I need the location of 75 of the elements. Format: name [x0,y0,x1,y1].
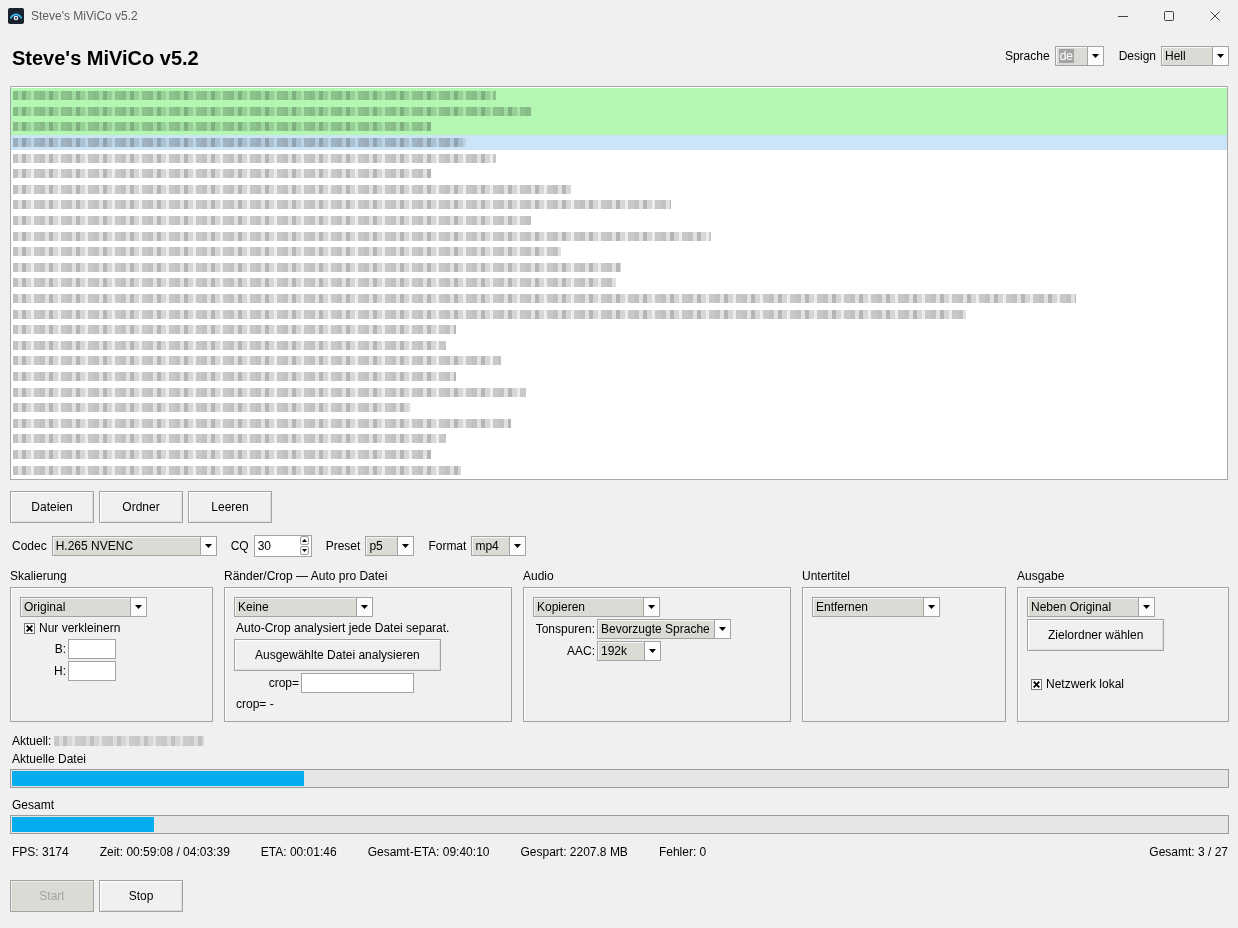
dropdown[interactable]: Bevorzugte Sprache [597,619,731,639]
caret-down-icon[interactable] [923,598,939,616]
add-files-button[interactable]: Dateien [10,491,94,523]
status-text: Zeit: 00:59:08 / 04:03:39 [99,845,230,859]
progress-label: Aktuelle Datei [12,752,88,766]
caret-down-icon[interactable] [509,536,526,555]
text-field[interactable] [301,673,414,693]
panel-title: Skalierung [10,569,68,583]
codec-dropdown[interactable]: H.265 NVENC [51,535,217,556]
control-label: H: [53,664,66,678]
text-field[interactable] [68,661,116,681]
quality-spinbox[interactable]: 30 [253,534,312,557]
setting-label: CQ [230,538,249,553]
caret-down-icon[interactable] [1212,46,1228,65]
file-row[interactable] [11,119,1227,135]
stop-button[interactable]: Stop [99,880,183,912]
theme-dropdown[interactable]: Hell [1161,45,1229,66]
dropdown[interactable]: Entfernen [812,597,940,617]
preset-dropdown[interactable]: p5 [365,535,415,556]
panel-title: Ausgabe [1017,569,1066,583]
text-field[interactable] [68,639,116,659]
status-text: FPS: 3174 [12,845,69,859]
setting-label: Preset [325,538,361,553]
dropdown[interactable]: Kopieren [533,597,660,617]
checkbox-label[interactable]: Nur verkleinern [39,621,121,635]
status-text: Fehler: 0 [658,845,707,859]
progress-label: Gesamt [12,798,55,812]
info-text: crop= - [236,696,274,713]
current-file-label: Aktuell: [12,734,52,748]
setting-label: Codec [12,538,47,553]
panel-title: Audio [523,569,555,583]
status-text: Gesamt-ETA: 09:40:10 [367,845,490,859]
control-label: B: [53,642,66,656]
caret-down-icon[interactable] [397,536,414,555]
caret-down-icon[interactable] [644,642,660,660]
caret-down-icon[interactable] [356,598,372,616]
format-dropdown[interactable]: mp4 [471,535,527,556]
add-folder-button[interactable]: Ordner [99,491,183,523]
clear-list-button[interactable]: Leeren [188,491,272,523]
panel-title: Ränder/Crop — Auto pro Datei [224,569,389,583]
caret-down-icon[interactable] [1138,598,1154,616]
file-list[interactable] [10,86,1228,480]
status-text: Gespart: 2207.8 MB [520,845,628,859]
caret-down-icon[interactable] [713,620,730,638]
setting-label: Format [428,538,467,553]
dropdown[interactable]: Original [20,597,147,617]
spin-down-icon[interactable] [299,546,309,555]
action-button[interactable]: Zielordner wählen [1027,619,1165,651]
selector-label: Design [1118,48,1156,63]
spin-up-icon[interactable] [299,536,309,545]
checkbox-label[interactable]: Netzwerk lokal [1046,677,1125,691]
file-row[interactable] [11,88,1227,104]
close-icon[interactable] [1210,10,1220,21]
control-label: Tonspuren: [534,622,595,636]
dropdown[interactable]: Keine [234,597,373,617]
status-text: ETA: 00:01:46 [260,845,337,859]
file-count: Gesamt: 3 / 27 [1149,845,1228,859]
checkbox[interactable] [24,622,35,634]
caret-down-icon[interactable] [130,598,146,616]
dropdown[interactable]: Neben Original [1027,597,1155,617]
app-title: Steve's MiViCo v5.2 [12,46,199,70]
checkbox[interactable] [1031,678,1042,690]
maximize-icon[interactable] [1164,10,1174,21]
panel-title: Untertitel [802,569,852,583]
info-text: Auto-Crop analysiert jede Datei separat. [236,620,450,637]
control-label: crop= [267,676,299,690]
window-title: Steve's MiViCo v5.2 [31,8,138,23]
dropdown[interactable]: 192k [597,641,661,661]
caret-down-icon[interactable] [643,598,659,616]
control-label: AAC: [566,644,595,658]
caret-down-icon[interactable] [199,536,216,555]
action-button[interactable]: Ausgewählte Datei analysieren [234,639,441,671]
selector-label: Sprache [1004,48,1050,63]
caret-down-icon[interactable] [1086,46,1103,65]
app-icon [8,7,24,24]
